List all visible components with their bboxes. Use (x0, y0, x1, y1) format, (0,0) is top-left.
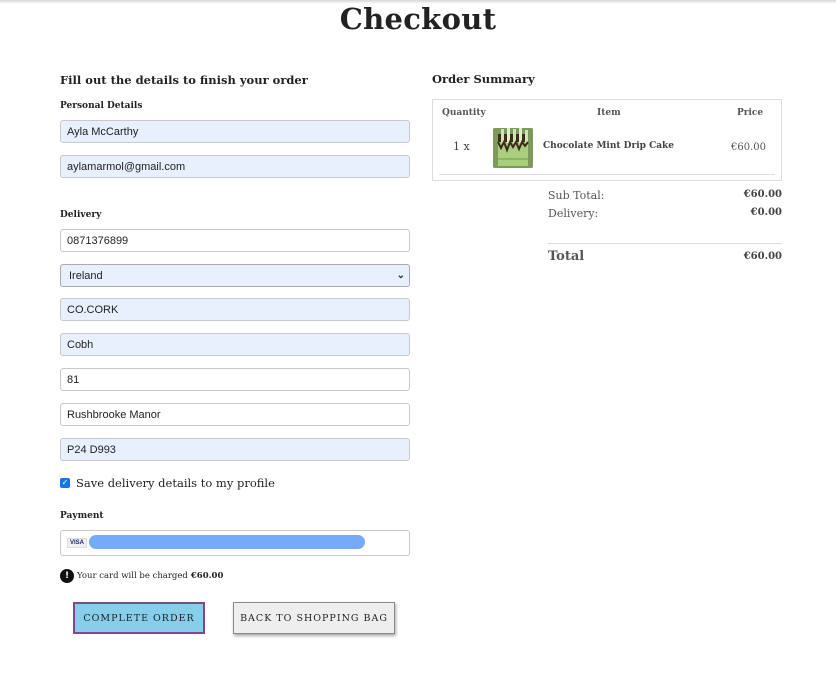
street-address-1-value: 81 (67, 373, 80, 386)
county-value: CO.CORK (67, 303, 119, 316)
delivery-cost-label: Delivery: (548, 207, 599, 220)
quantity-header: Quantity (442, 108, 486, 118)
chevron-down-icon: ⌄ (396, 270, 405, 281)
town-input[interactable]: Cobh (60, 333, 410, 356)
subtotal-value: €60.00 (743, 189, 782, 200)
order-summary-table: Quantity Item Price 1 x Chocolate Mint D… (432, 99, 782, 181)
street-address-2-input[interactable]: Rushbrooke Manor (60, 403, 410, 426)
price-header: Price (737, 108, 764, 118)
delivery-cost-row: Delivery: €0.00 (548, 207, 782, 220)
page-title: Checkout (339, 2, 497, 36)
card-charge-notice: ! Your card will be charged €60.00 (60, 569, 223, 583)
back-to-bag-button[interactable]: BACK TO SHOPPING BAG (233, 602, 395, 634)
card-charge-text: Your card will be charged (77, 571, 188, 581)
email-value: aylamarmol@gmail.com (67, 160, 186, 173)
payment-label: Payment (60, 511, 104, 521)
grand-total-value: €60.00 (743, 251, 782, 262)
save-info-label: Save delivery details to my profile (76, 476, 275, 490)
town-value: Cobh (67, 338, 94, 351)
order-summary-title: Order Summary (432, 72, 535, 86)
form-section-title: Fill out the details to finish your orde… (60, 73, 308, 87)
phone-value: 0871376899 (67, 234, 129, 247)
phone-input[interactable]: 0871376899 (60, 229, 410, 252)
cake-product-image (493, 128, 533, 168)
item-quantity: 1 x (453, 140, 470, 153)
grand-total-label: Total (548, 249, 585, 264)
street-address-1-input[interactable]: 81 (60, 368, 410, 391)
country-select[interactable]: Ireland ⌄ (60, 264, 410, 287)
visa-card-icon: VISA (67, 538, 88, 548)
full-name-value: Ayla McCarthy (67, 125, 139, 138)
item-header: Item (597, 108, 621, 118)
email-input[interactable]: aylamarmol@gmail.com (60, 155, 410, 178)
country-value: Ireland (69, 269, 103, 282)
alert-icon: ! (60, 569, 74, 583)
card-number-field[interactable]: VISA (60, 530, 410, 556)
street-address-2-value: Rushbrooke Manor (67, 408, 161, 421)
postcode-value: P24 D993 (67, 443, 116, 456)
delivery-label: Delivery (60, 210, 102, 220)
grand-total-row: Total €60.00 (548, 249, 782, 264)
save-info-row: ✓ Save delivery details to my profile (60, 476, 275, 490)
card-charge-amount: €60.00 (190, 571, 224, 581)
item-price: €60.00 (731, 142, 766, 153)
totals-divider (548, 243, 782, 244)
subtotal-label: Sub Total: (548, 189, 605, 202)
delivery-cost-value: €0.00 (750, 207, 782, 218)
summary-row-divider (439, 174, 775, 175)
redacted-card-details (89, 535, 365, 549)
subtotal-row: Sub Total: €60.00 (548, 189, 782, 202)
complete-order-button[interactable]: COMPLETE ORDER (73, 602, 205, 634)
personal-details-label: Personal Details (60, 101, 143, 111)
postcode-input[interactable]: P24 D993 (60, 438, 410, 461)
save-info-checkbox[interactable]: ✓ (60, 478, 70, 488)
full-name-input[interactable]: Ayla McCarthy (60, 120, 410, 143)
county-input[interactable]: CO.CORK (60, 298, 410, 321)
item-name: Chocolate Mint Drip Cake (543, 141, 675, 151)
